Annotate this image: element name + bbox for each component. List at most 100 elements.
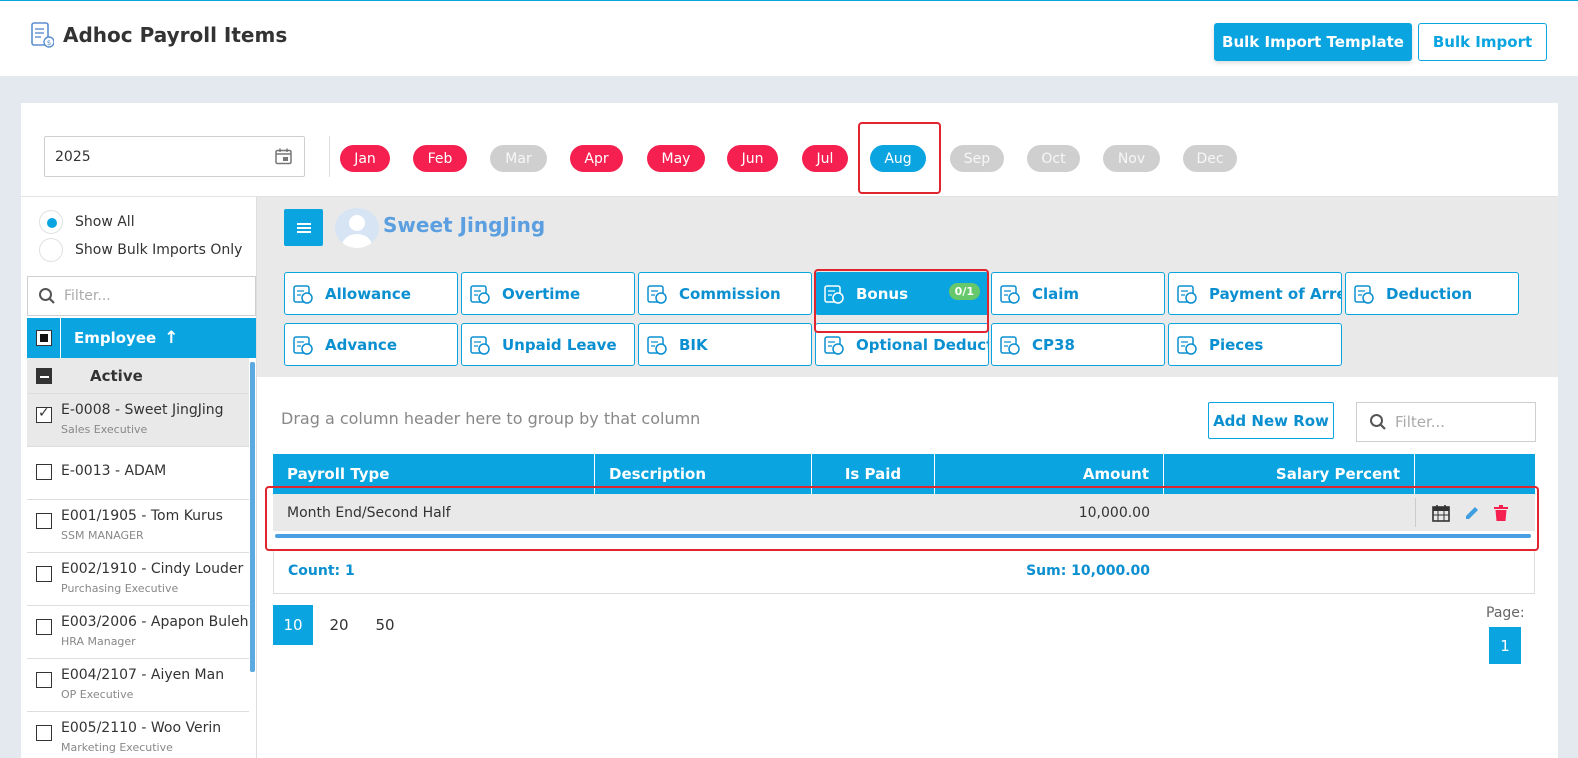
category-bonus[interactable]: Bonus 0/1 (815, 272, 989, 315)
edit-button[interactable] (1461, 502, 1483, 524)
calendar-icon[interactable] (275, 148, 292, 165)
menu-button[interactable] (284, 209, 323, 246)
month-jul[interactable]: Jul (802, 145, 848, 172)
category-advance[interactable]: Advance (284, 323, 458, 366)
pencil-icon (1466, 507, 1478, 519)
category-label: Claim (1032, 284, 1080, 303)
grid-filter-input[interactable]: Filter... (1356, 402, 1536, 442)
column-header-payroll-type[interactable]: Payroll Type (273, 454, 595, 494)
month-sep[interactable]: Sep (950, 145, 1004, 172)
category-label: Pieces (1209, 335, 1264, 354)
column-header-amount[interactable]: Amount (935, 454, 1164, 494)
category-commission[interactable]: Commission (638, 272, 812, 315)
page-size-10[interactable]: 10 (273, 605, 313, 645)
month-oct[interactable]: Oct (1027, 145, 1080, 172)
category-claim[interactable]: Claim (991, 272, 1165, 315)
list-item[interactable]: E003/2006 - Apapon Buleh HRA Manager (27, 606, 249, 659)
calendar-icon (470, 335, 490, 355)
select-all-checkbox[interactable] (27, 318, 61, 358)
list-item[interactable]: E-0008 - Sweet JingJing Sales Executive (27, 394, 249, 447)
advance-icon (293, 335, 313, 355)
divider (329, 136, 330, 177)
list-item[interactable]: E001/1905 - Tom Kurus SSM MANAGER (27, 500, 249, 553)
employee-checkbox[interactable] (36, 405, 52, 423)
arrears-icon (1177, 284, 1197, 304)
column-header-description[interactable]: Description (595, 454, 812, 494)
column-header-is-paid[interactable]: Is Paid (812, 454, 935, 494)
cell-payroll-type[interactable]: Month End/Second Half (273, 494, 595, 531)
collapse-icon[interactable] (36, 367, 52, 384)
employee-column-header[interactable]: Employee ↑ (27, 318, 256, 358)
page-title: Adhoc Payroll Items (63, 23, 288, 47)
group-label: Active (90, 366, 143, 385)
year-picker[interactable]: 2025 (44, 136, 305, 177)
employee-name: E001/1905 - Tom Kurus (61, 508, 223, 524)
category-overtime[interactable]: Overtime (461, 272, 635, 315)
category-allowance[interactable]: Allowance (284, 272, 458, 315)
cell-salary-percent[interactable] (1164, 494, 1415, 531)
month-jan[interactable]: Jan (340, 145, 390, 172)
radio-button[interactable] (39, 238, 63, 262)
scrollbar[interactable] (250, 362, 255, 672)
page-size-50[interactable]: 50 (365, 605, 405, 645)
employee-panel: Show All Show Bulk Imports Only Filter..… (27, 197, 257, 758)
category-payment-of-arre[interactable]: Payment of Arre... (1168, 272, 1342, 315)
category-area: Sweet JingJing Allowance Overtime Commissi… (257, 197, 1558, 377)
category-deduction[interactable]: Deduction (1345, 272, 1519, 315)
employee-checkbox[interactable] (36, 464, 52, 480)
employee-checkbox[interactable] (36, 619, 52, 635)
row-progress-bar (275, 534, 1531, 538)
month-nov[interactable]: Nov (1103, 145, 1160, 172)
group-row-active[interactable]: Active (27, 358, 249, 394)
employee-name: E004/2107 - Aiyen Man (61, 667, 225, 683)
month-jun[interactable]: Jun (727, 145, 778, 172)
radio-label: Show All (75, 214, 135, 230)
bulk-import-template-button[interactable]: Bulk Import Template (1214, 23, 1412, 61)
list-item[interactable]: E005/2110 - Woo Verin Marketing Executive (27, 712, 249, 758)
category-label: Unpaid Leave (502, 335, 617, 354)
employee-checkbox[interactable] (36, 725, 52, 741)
schedule-button[interactable] (1430, 502, 1452, 524)
page-label: Page: (1486, 605, 1525, 621)
category-optional-deduct[interactable]: Optional Deduct... (815, 323, 989, 366)
count-summary: Count: 1 (288, 563, 355, 579)
category-pieces[interactable]: Pieces (1168, 323, 1342, 366)
main-card: 2025 Jan Feb Mar Apr May Jun Jul Aug Sep Oct Nov De… (21, 103, 1558, 758)
month-dec[interactable]: Dec (1183, 145, 1237, 172)
page-size-20[interactable]: 20 (319, 605, 359, 645)
radio-show-all[interactable]: Show All (39, 210, 135, 234)
list-item[interactable]: E002/1910 - Cindy Louder Purchasing Execu… (27, 553, 249, 606)
cell-is-paid[interactable] (812, 494, 935, 531)
svg-text:$: $ (47, 39, 51, 47)
cell-description[interactable] (595, 494, 812, 531)
bulk-import-button[interactable]: Bulk Import (1418, 23, 1547, 61)
category-bik[interactable]: BIK (638, 323, 812, 366)
employee-role: Sales Executive (61, 423, 148, 436)
sort-ascending-icon[interactable]: ↑ (164, 328, 178, 348)
category-unpaid-leave[interactable]: Unpaid Leave (461, 323, 635, 366)
category-label: BIK (679, 335, 708, 354)
month-feb[interactable]: Feb (413, 145, 467, 172)
employee-checkbox[interactable] (36, 672, 52, 688)
radio-show-bulk[interactable]: Show Bulk Imports Only (39, 238, 242, 262)
checkbox[interactable] (35, 330, 52, 346)
month-aug[interactable]: Aug (870, 145, 926, 172)
month-may[interactable]: May (647, 145, 705, 172)
list-item[interactable]: E-0013 - ADAM (27, 447, 249, 500)
page-number-button[interactable]: 1 (1489, 627, 1521, 664)
employee-checkbox[interactable] (36, 566, 52, 582)
employee-filter-input[interactable]: Filter... (27, 276, 256, 316)
employee-checkbox[interactable] (36, 513, 52, 529)
category-cp38[interactable]: CP38 (991, 323, 1165, 366)
add-new-row-button[interactable]: Add New Row (1208, 402, 1334, 439)
month-apr[interactable]: Apr (570, 145, 623, 172)
list-item[interactable]: E004/2107 - Aiyen Man OP Executive (27, 659, 249, 712)
category-label: Bonus (856, 284, 909, 303)
month-mar[interactable]: Mar (490, 145, 547, 172)
column-header-salary-percent[interactable]: Salary Percent (1164, 454, 1415, 494)
deduction-icon (1354, 284, 1374, 304)
cell-amount[interactable]: 10,000.00 (935, 494, 1164, 531)
radio-button[interactable] (39, 210, 63, 234)
table-row[interactable]: Month End/Second Half 10,000.00 (273, 494, 1535, 531)
delete-button[interactable] (1490, 502, 1512, 524)
